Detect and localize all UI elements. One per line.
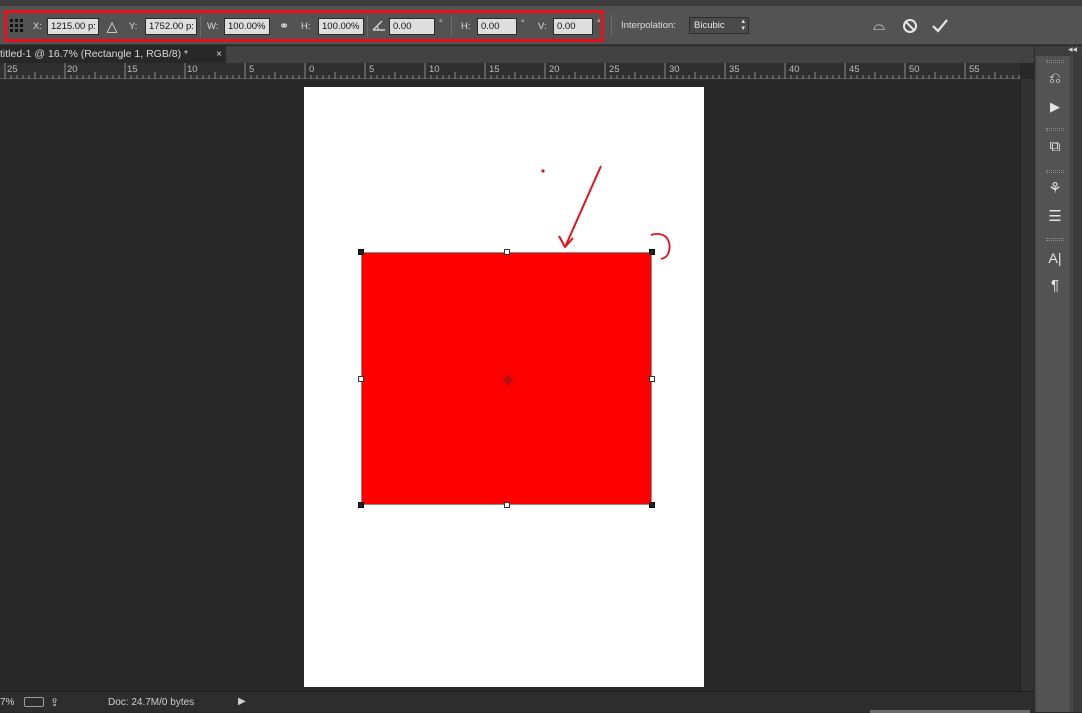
zoom-level[interactable]: 7% xyxy=(0,697,14,708)
document-size-info: Doc: 24.7M/0 bytes xyxy=(108,697,195,708)
annotation-overlay xyxy=(541,165,671,260)
annotation-arrowhead xyxy=(558,235,574,249)
properties-3d-icon[interactable]: ⧉ xyxy=(1042,136,1068,158)
dock-edge xyxy=(1073,56,1082,712)
dock-header: ◂◂ xyxy=(1035,44,1082,56)
adjustments-sliders-icon[interactable]: ☰ xyxy=(1042,206,1068,228)
character-icon[interactable]: A| xyxy=(1042,247,1068,269)
paragraph-icon[interactable]: ¶ xyxy=(1042,275,1068,297)
dock-icon-column: ⎌ ▶ ⧉ ⚘ ☰ A| ¶ xyxy=(1037,56,1071,712)
collapse-panels-icon[interactable]: ◂◂ xyxy=(1068,44,1077,55)
panel-grip[interactable] xyxy=(1046,128,1064,131)
annotation-dot xyxy=(541,169,545,173)
panel-grip[interactable] xyxy=(1046,238,1064,241)
actions-play-icon[interactable]: ▶ xyxy=(1042,96,1068,118)
history-icon[interactable]: ⎌ xyxy=(1042,68,1068,90)
proof-icon[interactable] xyxy=(24,697,44,707)
vertical-scrollbar[interactable] xyxy=(1020,79,1034,691)
annotation-bracket xyxy=(650,232,671,260)
brushes-icon[interactable]: ⚘ xyxy=(1042,178,1068,200)
status-bar: 7% ⇪ Doc: 24.7M/0 bytes ▶ xyxy=(0,691,1034,713)
panel-grip[interactable] xyxy=(1046,60,1064,63)
share-icon[interactable]: ⇪ xyxy=(50,696,59,709)
annotation-arrow xyxy=(565,165,602,246)
panel-dock: ◂◂ ⎌ ▶ ⧉ ⚘ ☰ A| ¶ xyxy=(1034,44,1082,712)
panel-grip[interactable] xyxy=(1046,170,1064,173)
status-menu-arrow-icon[interactable]: ▶ xyxy=(238,696,246,707)
